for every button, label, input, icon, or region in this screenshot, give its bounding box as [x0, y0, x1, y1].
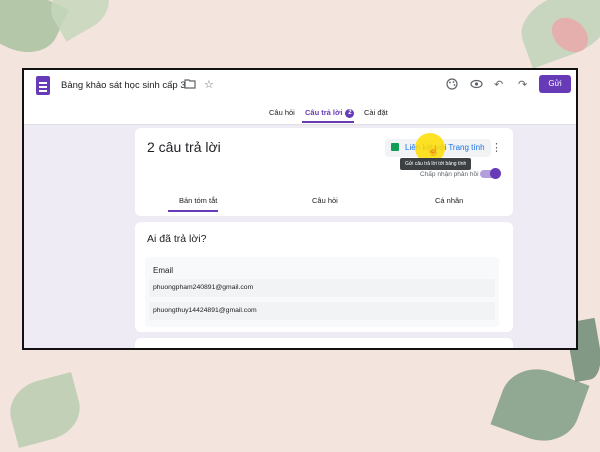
background-leaf: [3, 371, 87, 449]
subtab-summary[interactable]: Bản tóm tắt: [179, 196, 217, 205]
email-label: Email: [153, 266, 174, 275]
responses-count: 2 câu trả lời: [147, 139, 221, 155]
accept-responses-toggle[interactable]: [480, 168, 501, 179]
form-title[interactable]: Bảng khảo sát học sinh cấp 3: [61, 80, 186, 91]
tab-responses-label: Câu trả lời: [305, 108, 343, 117]
eye-icon[interactable]: [470, 78, 483, 94]
tab-questions[interactable]: Câu hỏi: [269, 108, 295, 117]
summary-card: 2 câu trả lời Liên kết với Trang tính ☝ …: [135, 128, 513, 216]
more-icon[interactable]: ⋮: [491, 141, 502, 154]
top-bar: Bảng khảo sát học sinh cấp 3 ☆ ↶ ↷ Gửi: [24, 70, 576, 102]
sheets-icon: [391, 142, 399, 151]
undo-icon[interactable]: ↶: [494, 78, 503, 92]
pointer-cursor-icon: ☝: [427, 146, 440, 157]
subtab-individual[interactable]: Cá nhân: [435, 196, 463, 205]
form-icon[interactable]: [36, 76, 50, 95]
active-subtab-indicator: [168, 210, 218, 212]
who-responded-card: Ai đã trả lời? Email phuongpham240891@gm…: [135, 222, 513, 332]
response-count-badge: 2: [345, 108, 355, 118]
tooltip: Gửi câu trả lời tới bảng tính: [400, 158, 472, 170]
main-tabs: Câu hỏi Câu trả lời 2 Cài đặt: [24, 102, 576, 125]
responses-content: 2 câu trả lời Liên kết với Trang tính ☝ …: [24, 125, 576, 348]
accept-responses-label: Chấp nhận phản hồi: [420, 171, 479, 178]
tab-settings[interactable]: Cài đặt: [364, 108, 388, 117]
send-button[interactable]: Gửi: [539, 75, 571, 93]
toggle-knob: [490, 168, 501, 179]
who-responded-title: Ai đã trả lời?: [147, 233, 207, 245]
subtab-question[interactable]: Câu hỏi: [312, 196, 338, 205]
star-icon[interactable]: ☆: [204, 78, 214, 92]
active-tab-indicator: [302, 121, 354, 123]
email-row[interactable]: phuongthuy14424891@gmail.com: [149, 302, 495, 320]
next-card: [135, 338, 513, 348]
tab-responses[interactable]: Câu trả lời 2: [305, 108, 355, 118]
email-row[interactable]: phuongpham240891@gmail.com: [149, 279, 495, 297]
forms-window: Bảng khảo sát học sinh cấp 3 ☆ ↶ ↷ Gửi C…: [22, 68, 578, 350]
palette-icon[interactable]: [446, 78, 458, 94]
email-list: Email phuongpham240891@gmail.com phuongt…: [145, 257, 499, 327]
redo-icon[interactable]: ↷: [518, 78, 527, 92]
folder-icon[interactable]: [184, 78, 196, 93]
